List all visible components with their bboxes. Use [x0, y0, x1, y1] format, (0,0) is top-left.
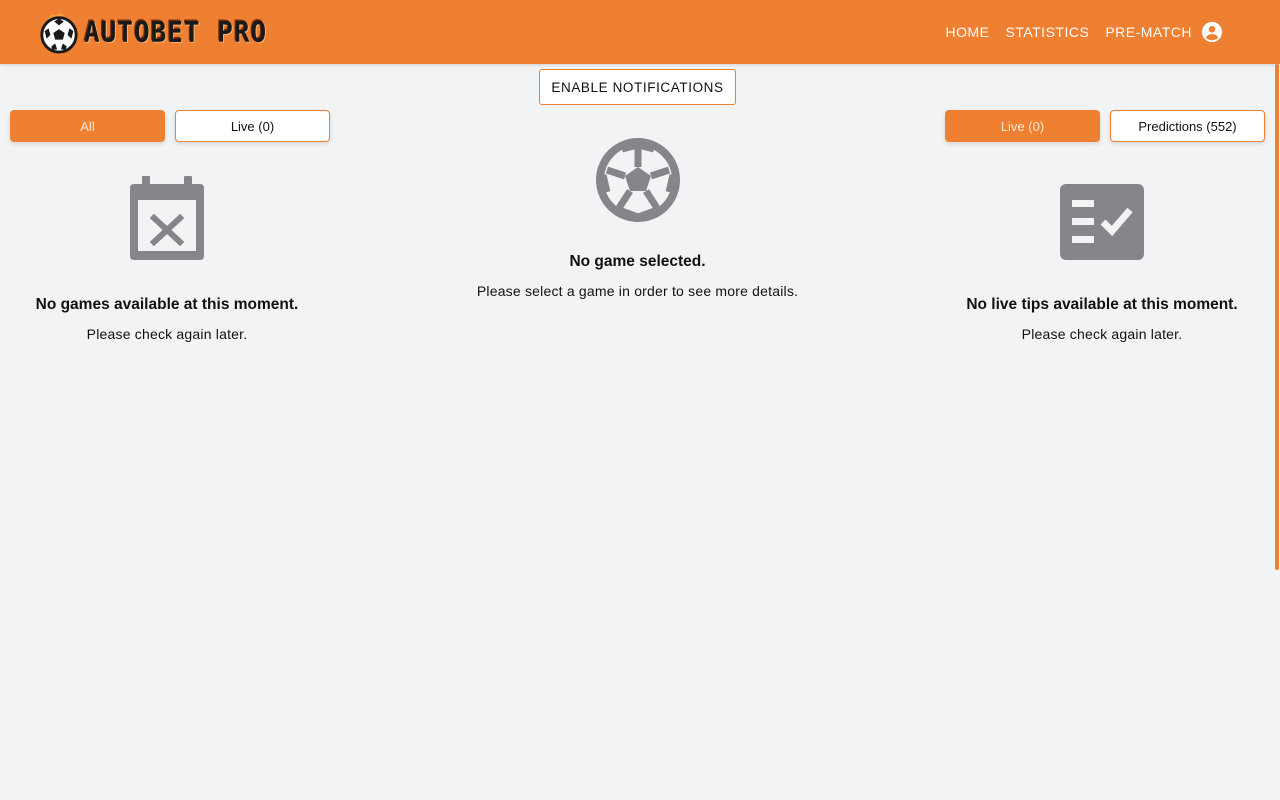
account-circle-icon[interactable] [1201, 21, 1223, 43]
brand-name: AUTOBET PRO [84, 16, 268, 50]
calendar-remove-icon [130, 176, 204, 260]
soccer-ball-logo-icon [40, 13, 78, 54]
nav-pre-match[interactable]: PRE-MATCH [1105, 24, 1192, 40]
brand-logo[interactable]: AUTOBET PRO [38, 11, 267, 55]
tab-live[interactable]: Live (0) [175, 110, 330, 142]
empty-subtitle: Please select a game in order to see mor… [476, 283, 799, 299]
tab-predictions[interactable]: Predictions (552) [1110, 110, 1265, 142]
games-list-empty-state: No games available at this moment. Pleas… [0, 176, 334, 342]
empty-subtitle: Please check again later. [1021, 326, 1183, 342]
tab-all[interactable]: All [10, 110, 165, 142]
tab-live-tips[interactable]: Live (0) [945, 110, 1100, 142]
live-tips-empty-state: No live tips available at this moment. P… [935, 184, 1269, 342]
soccer-ball-icon [595, 138, 680, 222]
vertical-scrollbar[interactable] [1275, 64, 1279, 570]
checklist-icon [1060, 184, 1144, 260]
nav-statistics[interactable]: STATISTICS [1005, 24, 1089, 40]
empty-title: No live tips available at this moment. [966, 296, 1238, 313]
top-app-bar: AUTOBET PRO HOME STATISTICS PRE-MATCH [0, 0, 1280, 64]
empty-subtitle: Please check again later. [86, 326, 248, 342]
main-nav: HOME STATISTICS PRE-MATCH [945, 0, 1192, 64]
nav-home[interactable]: HOME [945, 24, 989, 40]
enable-notifications-button[interactable]: ENABLE NOTIFICATIONS [539, 69, 736, 105]
empty-title: No game selected. [569, 253, 706, 270]
empty-title: No games available at this moment. [35, 296, 299, 313]
game-details-empty-state: No game selected. Please select a game i… [405, 137, 870, 299]
